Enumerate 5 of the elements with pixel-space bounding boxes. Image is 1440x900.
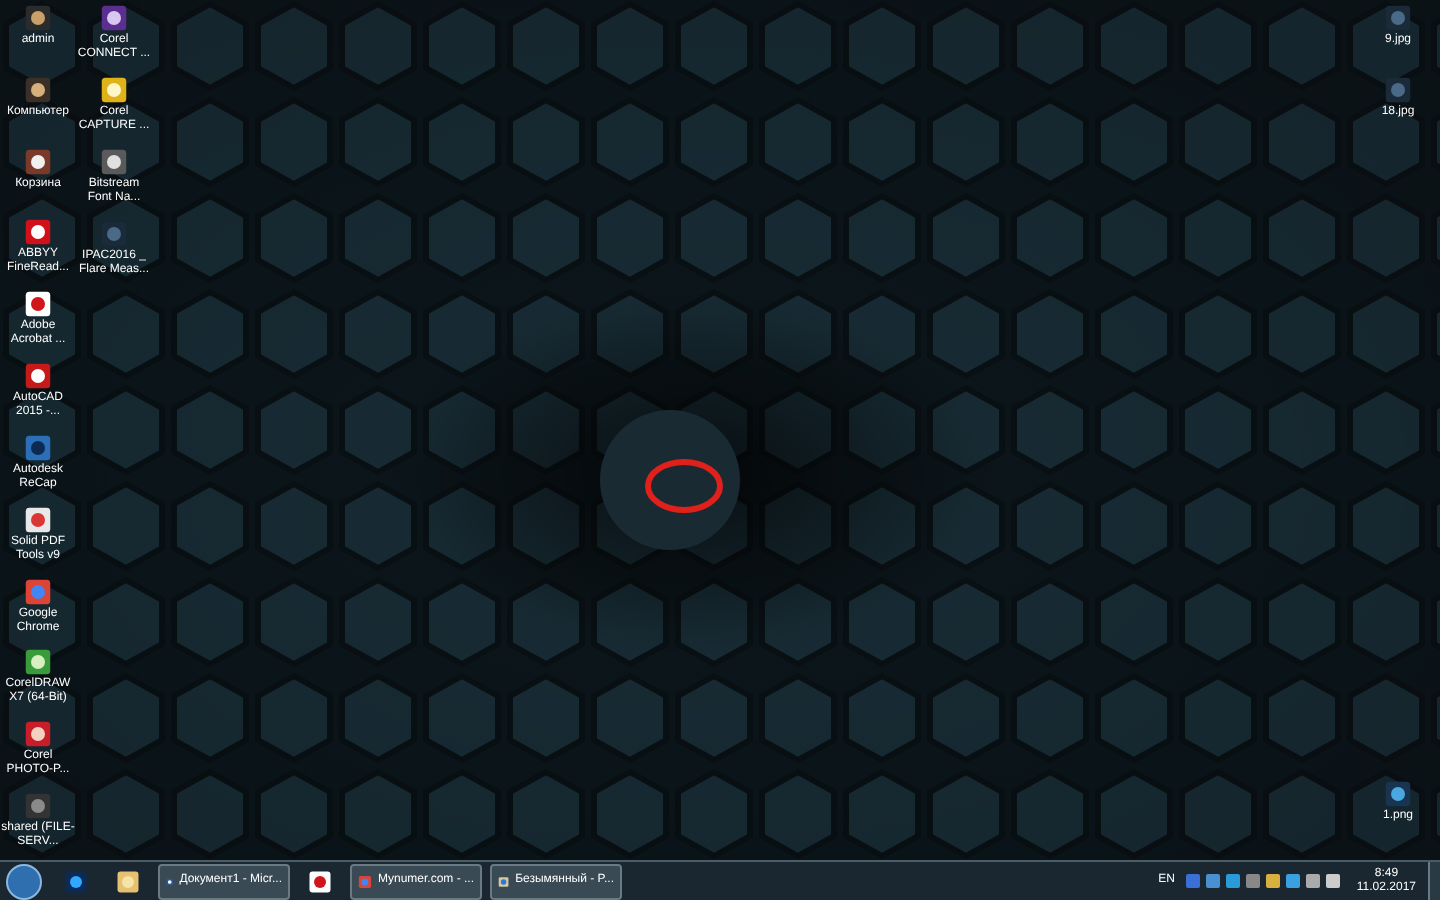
app-icon [24,720,52,749]
show-desktop-button[interactable] [1428,862,1440,900]
start-button[interactable] [6,863,42,899]
app-icon [64,869,88,893]
app-icon [24,362,52,391]
